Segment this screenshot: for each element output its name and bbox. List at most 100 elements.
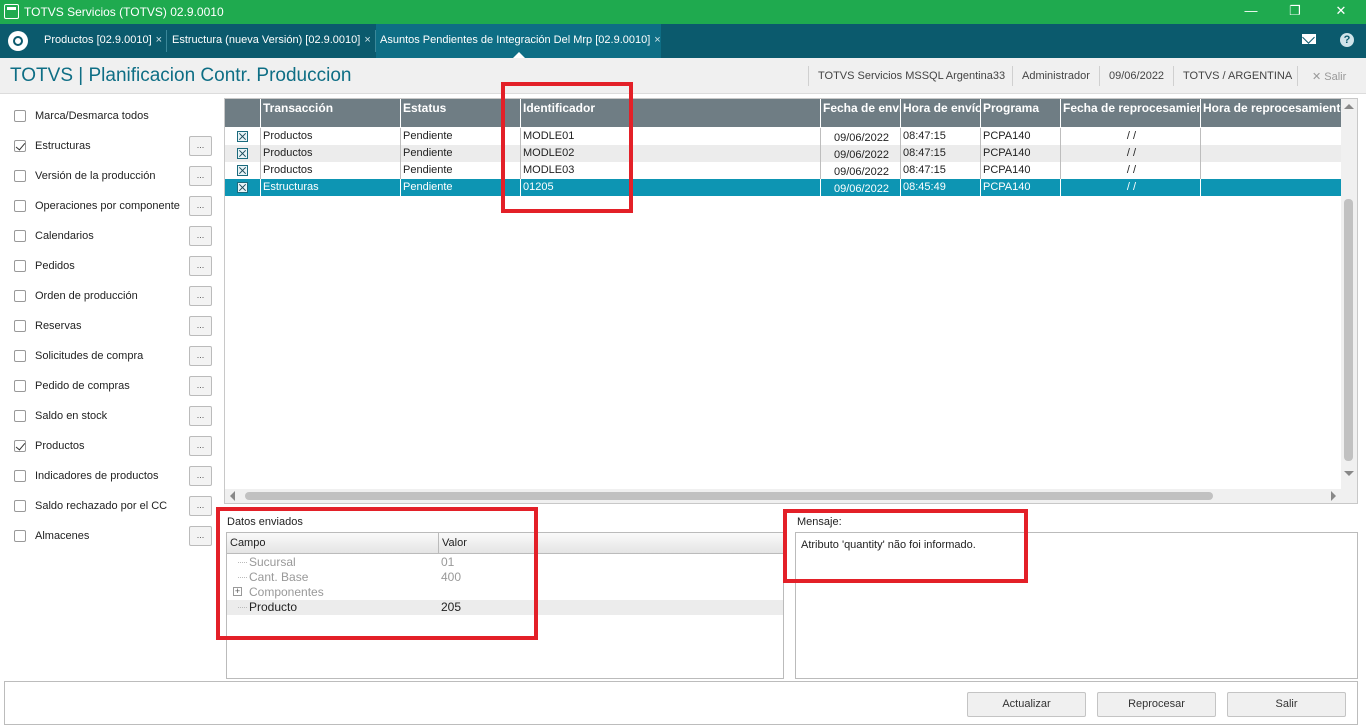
filter-checkbox[interactable]	[14, 290, 26, 302]
tab-asuntos-pendientes[interactable]: Asuntos Pendientes de Integración Del Mr…	[376, 24, 661, 58]
filter-options-button[interactable]: ...	[189, 406, 212, 426]
scroll-down-icon[interactable]	[1344, 471, 1354, 476]
grid-column-header[interactable]: Hora de envío	[901, 99, 981, 127]
filter-checkbox[interactable]	[14, 110, 26, 122]
close-tab-icon[interactable]: ×	[654, 34, 660, 46]
filter-label: Productos	[35, 440, 85, 452]
filter-checkbox[interactable]	[14, 260, 26, 272]
filter-row[interactable]: Calendarios...	[14, 226, 214, 246]
filter-options-button[interactable]: ...	[189, 376, 212, 396]
close-tab-icon[interactable]: ×	[156, 34, 162, 46]
filter-row[interactable]: Almacenes...	[14, 526, 214, 546]
pending-items-grid[interactable]: Transacción Estatus Identificador Fecha de …	[224, 98, 1358, 504]
tab-productos[interactable]: Productos [02.9.0010] ×	[40, 24, 166, 58]
scroll-right-icon[interactable]	[1331, 491, 1336, 501]
filter-row[interactable]: Pedido de compras...	[14, 376, 214, 396]
grid-column-header[interactable]: Fecha de reprocesamiento	[1061, 99, 1201, 127]
filter-options-button[interactable]: ...	[189, 316, 212, 336]
cell-hora-rep	[1201, 145, 1342, 162]
grid-column-header[interactable]: Transacción	[261, 99, 401, 127]
row-checkbox-icon[interactable]	[237, 148, 248, 159]
header-divider	[1297, 66, 1298, 86]
page-title: TOTVS | Planificacion Contr. Produccion	[10, 65, 352, 86]
tab-estructura[interactable]: Estructura (nueva Versión) [02.9.0010] ×	[168, 24, 375, 58]
scroll-up-icon[interactable]	[1344, 104, 1354, 109]
actualizar-button[interactable]: Actualizar	[967, 692, 1086, 717]
filter-checkbox[interactable]	[14, 410, 26, 422]
help-icon[interactable]: ?	[1340, 33, 1354, 47]
filter-row[interactable]: Versión de la producción...	[14, 166, 214, 186]
filter-row[interactable]: Productos...	[14, 436, 214, 456]
filter-options-button[interactable]: ...	[189, 496, 212, 516]
grid-column-header[interactable]: Programa	[981, 99, 1061, 127]
filter-checkbox[interactable]	[14, 530, 26, 542]
filter-row[interactable]: Saldo en stock...	[14, 406, 214, 426]
cell-fecha: 09/06/2022	[821, 128, 901, 145]
filter-options-button[interactable]: ...	[189, 526, 212, 546]
filter-checkbox[interactable]	[14, 500, 26, 512]
table-row[interactable]: Productos Pendiente MODLE02 09/06/2022 08:47…	[225, 145, 1342, 162]
totvs-logo-icon[interactable]	[8, 31, 28, 51]
filter-options-button[interactable]: ...	[189, 256, 212, 276]
filter-checkbox[interactable]	[14, 320, 26, 332]
filter-options-button[interactable]: ...	[189, 166, 212, 186]
filter-checkbox[interactable]	[14, 350, 26, 362]
close-window-button[interactable]: ✕	[1318, 0, 1364, 24]
row-checkbox-icon[interactable]	[237, 182, 248, 193]
filter-row[interactable]: Solicitudes de compra...	[14, 346, 214, 366]
filter-options-button[interactable]: ...	[189, 346, 212, 366]
tab-separator	[166, 30, 167, 52]
filter-row[interactable]: Saldo rechazado por el CC...	[14, 496, 214, 516]
cell-hora: 08:45:49	[901, 179, 981, 196]
filter-row[interactable]: Estructuras...	[14, 136, 214, 156]
filter-checkbox[interactable]	[14, 440, 26, 452]
table-row[interactable]: Productos Pendiente MODLE01 09/06/2022 08:47…	[225, 128, 1342, 145]
table-row[interactable]: Productos Pendiente MODLE03 09/06/2022 08:47…	[225, 162, 1342, 179]
horizontal-scrollbar[interactable]	[225, 489, 1357, 503]
row-select-cell[interactable]	[225, 145, 261, 162]
filter-options-button[interactable]: ...	[189, 196, 212, 216]
row-checkbox-icon[interactable]	[237, 165, 248, 176]
filter-options-button[interactable]: ...	[189, 466, 212, 486]
filter-row[interactable]: Operaciones por componente...	[14, 196, 214, 216]
row-select-cell[interactable]	[225, 162, 261, 179]
filter-row[interactable]: Orden de producción...	[14, 286, 214, 306]
row-select-cell[interactable]	[225, 179, 261, 196]
page-header: TOTVS | Planificacion Contr. Produccion …	[0, 58, 1366, 94]
filter-checkbox[interactable]	[14, 380, 26, 392]
scroll-left-icon[interactable]	[230, 491, 235, 501]
scrollbar-thumb[interactable]	[245, 492, 1213, 500]
table-row[interactable]: Estructuras Pendiente 01205 09/06/2022 08:45…	[225, 179, 1342, 196]
filter-options-button[interactable]: ...	[189, 286, 212, 306]
filter-options-button[interactable]: ...	[189, 226, 212, 246]
mail-icon[interactable]	[1302, 34, 1316, 44]
scrollbar-thumb[interactable]	[1344, 199, 1353, 461]
cell-fecha-rep: / /	[1061, 145, 1201, 162]
reprocesar-button[interactable]: Reprocesar	[1097, 692, 1216, 717]
row-checkbox-icon[interactable]	[237, 131, 248, 142]
grid-column-header[interactable]	[225, 99, 261, 127]
filter-options-button[interactable]: ...	[189, 136, 212, 156]
exit-link[interactable]: ✕ Salir	[1312, 70, 1346, 83]
filter-row[interactable]: Indicadores de productos...	[14, 466, 214, 486]
filter-row[interactable]: Marca/Desmarca todos	[14, 106, 214, 126]
cell-transaccion: Estructuras	[261, 179, 401, 196]
filter-checkbox[interactable]	[14, 470, 26, 482]
row-select-cell[interactable]	[225, 128, 261, 145]
filter-label: Pedidos	[35, 260, 75, 272]
grid-column-header[interactable]: Hora de reprocesamiento	[1201, 99, 1342, 127]
filter-row[interactable]: Pedidos...	[14, 256, 214, 276]
vertical-scrollbar[interactable]	[1341, 99, 1357, 489]
restore-button[interactable]: ❐	[1272, 0, 1318, 24]
filter-label: Saldo en stock	[35, 410, 108, 422]
filter-checkbox[interactable]	[14, 230, 26, 242]
grid-column-header[interactable]: Fecha de envío	[821, 99, 901, 127]
filter-checkbox[interactable]	[14, 200, 26, 212]
close-tab-icon[interactable]: ×	[364, 34, 370, 46]
salir-button[interactable]: Salir	[1227, 692, 1346, 717]
filter-row[interactable]: Reservas...	[14, 316, 214, 336]
filter-options-button[interactable]: ...	[189, 436, 212, 456]
minimize-button[interactable]: —	[1228, 0, 1274, 24]
filter-checkbox[interactable]	[14, 170, 26, 182]
filter-checkbox[interactable]	[14, 140, 26, 152]
